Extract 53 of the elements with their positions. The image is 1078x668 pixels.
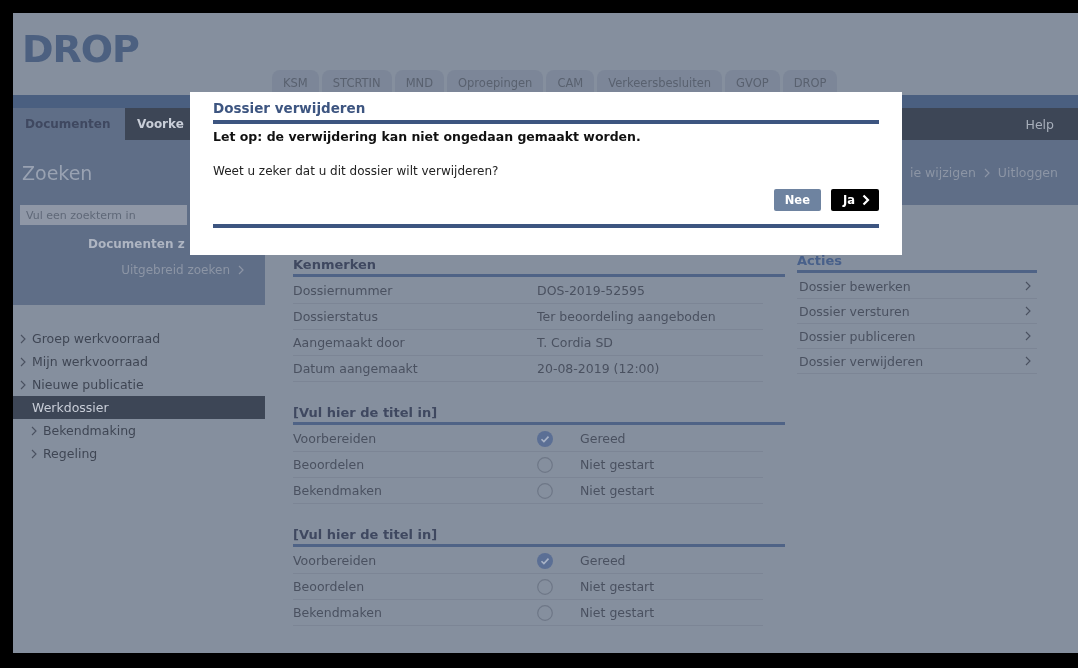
chevron-icon [862,194,870,206]
sidebar-item[interactable]: Groep werkvoorraad [13,327,265,350]
field-value: Ter beoordeling aangeboden [537,309,716,324]
step-status: Gereed [580,553,626,568]
chevron-icon [20,379,26,390]
chevron-icon [20,333,26,344]
action-link[interactable]: Dossier verwijderen [797,349,1037,374]
question-text: Weet u zeker dat u dit dossier wilt verwijderen? [213,164,500,178]
field-label: Dossiernummer [293,283,394,298]
sidebar-item[interactable]: Bekendmaking [13,419,265,442]
section-heading: [Vul hier de titel in] [293,405,785,425]
step-label: Voorbereiden [293,431,378,446]
field-value: 20-08-2019 (12:00) [537,361,660,376]
chevron-icon [1025,306,1031,316]
field-value: T. Cordia SD [537,335,613,350]
field-label: Datum aangemaakt [293,361,419,376]
field-label: Aangemaakt door [293,335,406,350]
step-label: Bekendmaken [293,483,383,498]
step-status: Gereed [580,431,626,446]
action-link[interactable]: Dossier bewerken [797,274,1037,299]
sidebar-item[interactable]: Werkdossier [13,396,265,419]
sidebar-item[interactable]: Regeling [13,442,265,465]
field-label: Dossierstatus [293,309,379,324]
step-status: Niet gestart [580,483,655,498]
warning-text: Let op: de verwijdering kan niet ongedaan gemaakt worden. [213,129,642,144]
step-label: Voorbereiden [293,553,378,568]
search-title: Zoeken [22,161,93,184]
sidebar-item[interactable]: Mijn werkvoorraad [13,350,265,373]
chevron-icon [1025,331,1031,341]
confirm-button[interactable]: Ja [830,189,879,211]
help-link[interactable]: Help [1025,116,1078,132]
search-button[interactable]: Documenten z [88,237,185,251]
chevron-icon [31,448,37,459]
chevron-icon [238,265,244,275]
step-label: Beoordelen [293,579,366,594]
chevron-icon [1025,281,1031,291]
sidebar-item[interactable]: Nieuwe publicatie [13,373,265,396]
step-status: Niet gestart [580,457,655,472]
field-value: DOS-2019-52595 [537,283,645,298]
chevron-icon [1025,356,1031,366]
chevron-icon [983,167,990,178]
action-link[interactable]: Dossier publiceren [797,324,1037,349]
section-heading: [Vul hier de titel in] [293,527,785,547]
dialog-title: Dossier verwijderen [213,100,879,124]
step-status: Niet gestart [580,605,655,620]
step-label: Beoordelen [293,457,366,472]
step-status: Niet gestart [580,579,655,594]
logo: DROP [22,27,139,71]
chevron-icon [31,425,37,436]
chevron-icon [20,356,26,367]
action-link[interactable]: Dossier versturen [797,299,1037,324]
step-label: Bekendmaken [293,605,383,620]
cancel-button[interactable]: Nee [773,189,821,211]
